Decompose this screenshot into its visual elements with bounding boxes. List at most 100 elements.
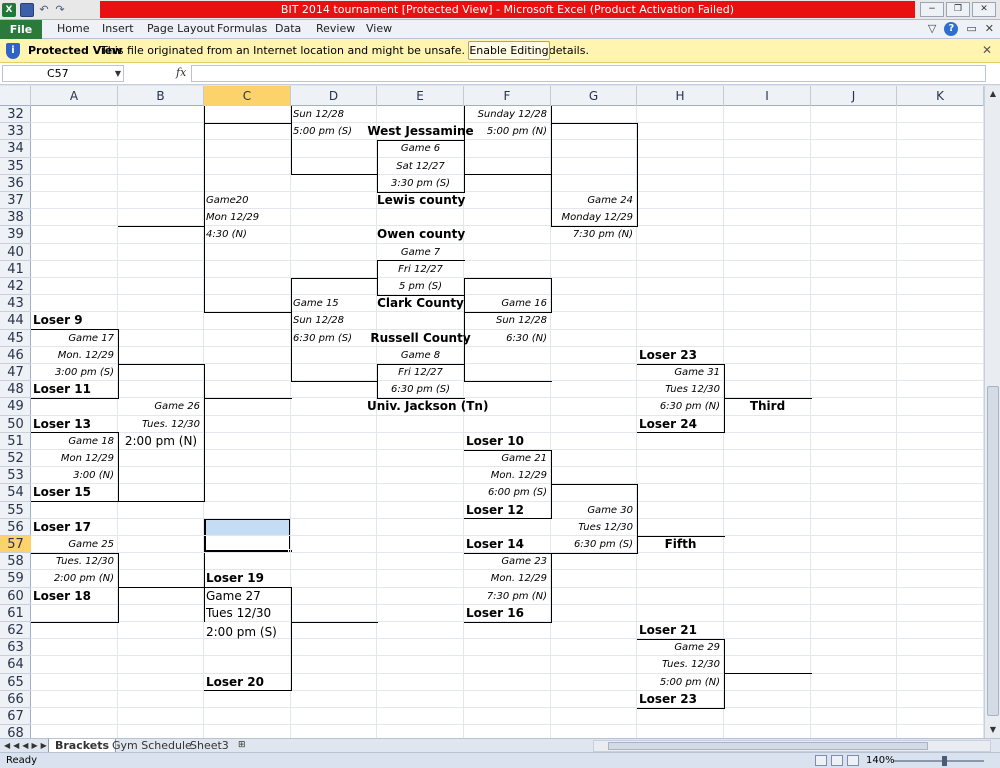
tab-file[interactable]: File [0, 20, 42, 39]
cell-h66[interactable]: Loser 23 [639, 691, 724, 708]
cell-e45[interactable]: Russell County [367, 330, 474, 347]
formula-input[interactable] [191, 65, 986, 82]
cell-a46[interactable]: Mon. 12/29 [31, 347, 114, 364]
cell-f61[interactable]: Loser 16 [466, 605, 551, 622]
row-header-48[interactable]: 48 [0, 381, 31, 399]
row-header-67[interactable]: 67 [0, 708, 31, 726]
cell-f60[interactable]: 7:30 pm (N) [464, 588, 547, 605]
minimize-ribbon-icon[interactable]: ▽ [928, 22, 936, 36]
cell-h50[interactable]: Loser 24 [639, 416, 724, 433]
horizontal-scroll-thumb[interactable] [608, 742, 928, 750]
column-header-i[interactable]: I [724, 86, 811, 106]
row-header-55[interactable]: 55 [0, 502, 31, 519]
chevron-down-icon[interactable]: ▼ [115, 66, 121, 81]
cell-a57[interactable]: Game 25 [31, 536, 114, 553]
row-header-34[interactable]: 34 [0, 140, 31, 158]
cell-f55[interactable]: Loser 12 [466, 502, 551, 519]
redo-icon[interactable]: ↷ [54, 3, 66, 17]
insert-function-icon[interactable]: fx [176, 66, 186, 79]
cell-a59[interactable]: 2:00 pm (N) [31, 570, 114, 587]
help-icon[interactable]: ? [944, 22, 959, 36]
cell-g57[interactable]: 6:30 pm (S) [551, 536, 633, 553]
cell-f45[interactable]: 6:30 (N) [464, 330, 547, 347]
column-header-h[interactable]: H [637, 86, 724, 106]
cell-c39[interactable]: 4:30 (N) [206, 226, 291, 243]
tab-review[interactable]: Review [316, 22, 355, 35]
cell-e39[interactable]: Owen county [377, 226, 465, 243]
row-header-37[interactable]: 37 [0, 192, 31, 210]
row-header-36[interactable]: 36 [0, 175, 31, 192]
cell-c61[interactable]: Tues 12/30 [206, 605, 291, 622]
row-header-44[interactable]: 44 [0, 312, 31, 330]
row-header-54[interactable]: 54 [0, 484, 31, 502]
tab-home[interactable]: Home [57, 22, 89, 35]
scroll-up-icon[interactable]: ▲ [985, 86, 1000, 102]
undo-icon[interactable]: ↶ [38, 3, 50, 17]
cell-b51[interactable]: 2:00 pm (N) [118, 433, 204, 450]
scroll-down-icon[interactable]: ▼ [985, 722, 1000, 738]
cell-g37[interactable]: Game 24 [551, 192, 633, 209]
cell-e37[interactable]: Lewis county [377, 192, 465, 209]
cell-a56[interactable]: Loser 17 [33, 519, 118, 536]
cell-e36[interactable]: 3:30 pm (S) [377, 175, 464, 192]
cell-b49[interactable]: Game 26 [118, 398, 200, 415]
name-box[interactable]: C57 ▼ [2, 65, 124, 82]
cell-f59[interactable]: Mon. 12/29 [464, 570, 547, 587]
cell-c38[interactable]: Mon 12/29 [206, 209, 291, 226]
cell-d44[interactable]: Sun 12/28 [293, 312, 377, 329]
vertical-scroll-thumb[interactable] [987, 386, 999, 716]
column-header-c[interactable]: C [204, 86, 291, 106]
tab-formulas[interactable]: Formulas [217, 22, 267, 35]
cell-a44[interactable]: Loser 9 [33, 312, 118, 329]
sheet-tab-sheet3[interactable]: Sheet3 [184, 739, 235, 752]
restore-button[interactable]: ❐ [946, 2, 970, 17]
column-header-g[interactable]: G [551, 86, 637, 106]
cell-e48[interactable]: 6:30 pm (S) [377, 381, 464, 398]
cell-f53[interactable]: Mon. 12/29 [464, 467, 547, 484]
row-header-46[interactable]: 46 [0, 347, 31, 364]
row-header-35[interactable]: 35 [0, 158, 31, 175]
zoom-slider[interactable] [894, 760, 984, 762]
row-header-52[interactable]: 52 [0, 450, 31, 468]
excel-logo-icon[interactable]: X [2, 3, 16, 17]
row-header-62[interactable]: 62 [0, 622, 31, 640]
row-header-40[interactable]: 40 [0, 244, 31, 261]
cell-d32[interactable]: Sun 12/28 [293, 106, 377, 123]
cell-a60[interactable]: Loser 18 [33, 588, 118, 605]
row-header-49[interactable]: 49 [0, 398, 31, 416]
cell-c59[interactable]: Loser 19 [206, 570, 291, 587]
row-header-42[interactable]: 42 [0, 278, 31, 296]
row-header-66[interactable]: 66 [0, 691, 31, 708]
row-header-53[interactable]: 53 [0, 467, 31, 485]
cell-e40[interactable]: Game 7 [377, 244, 464, 261]
column-header-j[interactable]: J [811, 86, 897, 106]
cell-d45[interactable]: 6:30 pm (S) [293, 330, 377, 347]
cell-f52[interactable]: Game 21 [464, 450, 547, 467]
workbook-close-icon[interactable]: ✕ [985, 22, 994, 36]
row-header-32[interactable]: 32 [0, 106, 31, 124]
cell-b50[interactable]: Tues. 12/30 [118, 416, 200, 433]
save-icon[interactable] [20, 3, 34, 17]
row-header-33[interactable]: 33 [0, 123, 31, 141]
row-header-59[interactable]: 59 [0, 570, 31, 588]
insert-sheet-icon[interactable]: ⊞ [232, 739, 252, 752]
cell-f43[interactable]: Game 16 [464, 295, 547, 312]
zoom-level[interactable]: 140% [866, 755, 895, 766]
cell-g38[interactable]: Monday 12/29 [551, 209, 633, 226]
cell-g55[interactable]: Game 30 [551, 502, 633, 519]
workbook-restore-icon[interactable]: ▭ [966, 22, 976, 36]
row-header-43[interactable]: 43 [0, 295, 31, 313]
cell-e33[interactable]: West Jessamine [367, 123, 474, 140]
close-icon[interactable]: ✕ [982, 43, 992, 57]
cell-a54[interactable]: Loser 15 [33, 484, 118, 501]
tab-insert[interactable]: Insert [102, 22, 134, 35]
row-header-61[interactable]: 61 [0, 605, 31, 622]
normal-view-icon[interactable] [815, 755, 827, 766]
cell-a51[interactable]: Game 18 [31, 433, 114, 450]
cell-a58[interactable]: Tues. 12/30 [31, 553, 114, 570]
cell-d43[interactable]: Game 15 [293, 295, 377, 312]
row-header-65[interactable]: 65 [0, 674, 31, 691]
cell-f32[interactable]: Sunday 12/28 [464, 106, 547, 123]
column-header-d[interactable]: D [291, 86, 377, 106]
cell-h64[interactable]: Tues. 12/30 [637, 656, 720, 673]
